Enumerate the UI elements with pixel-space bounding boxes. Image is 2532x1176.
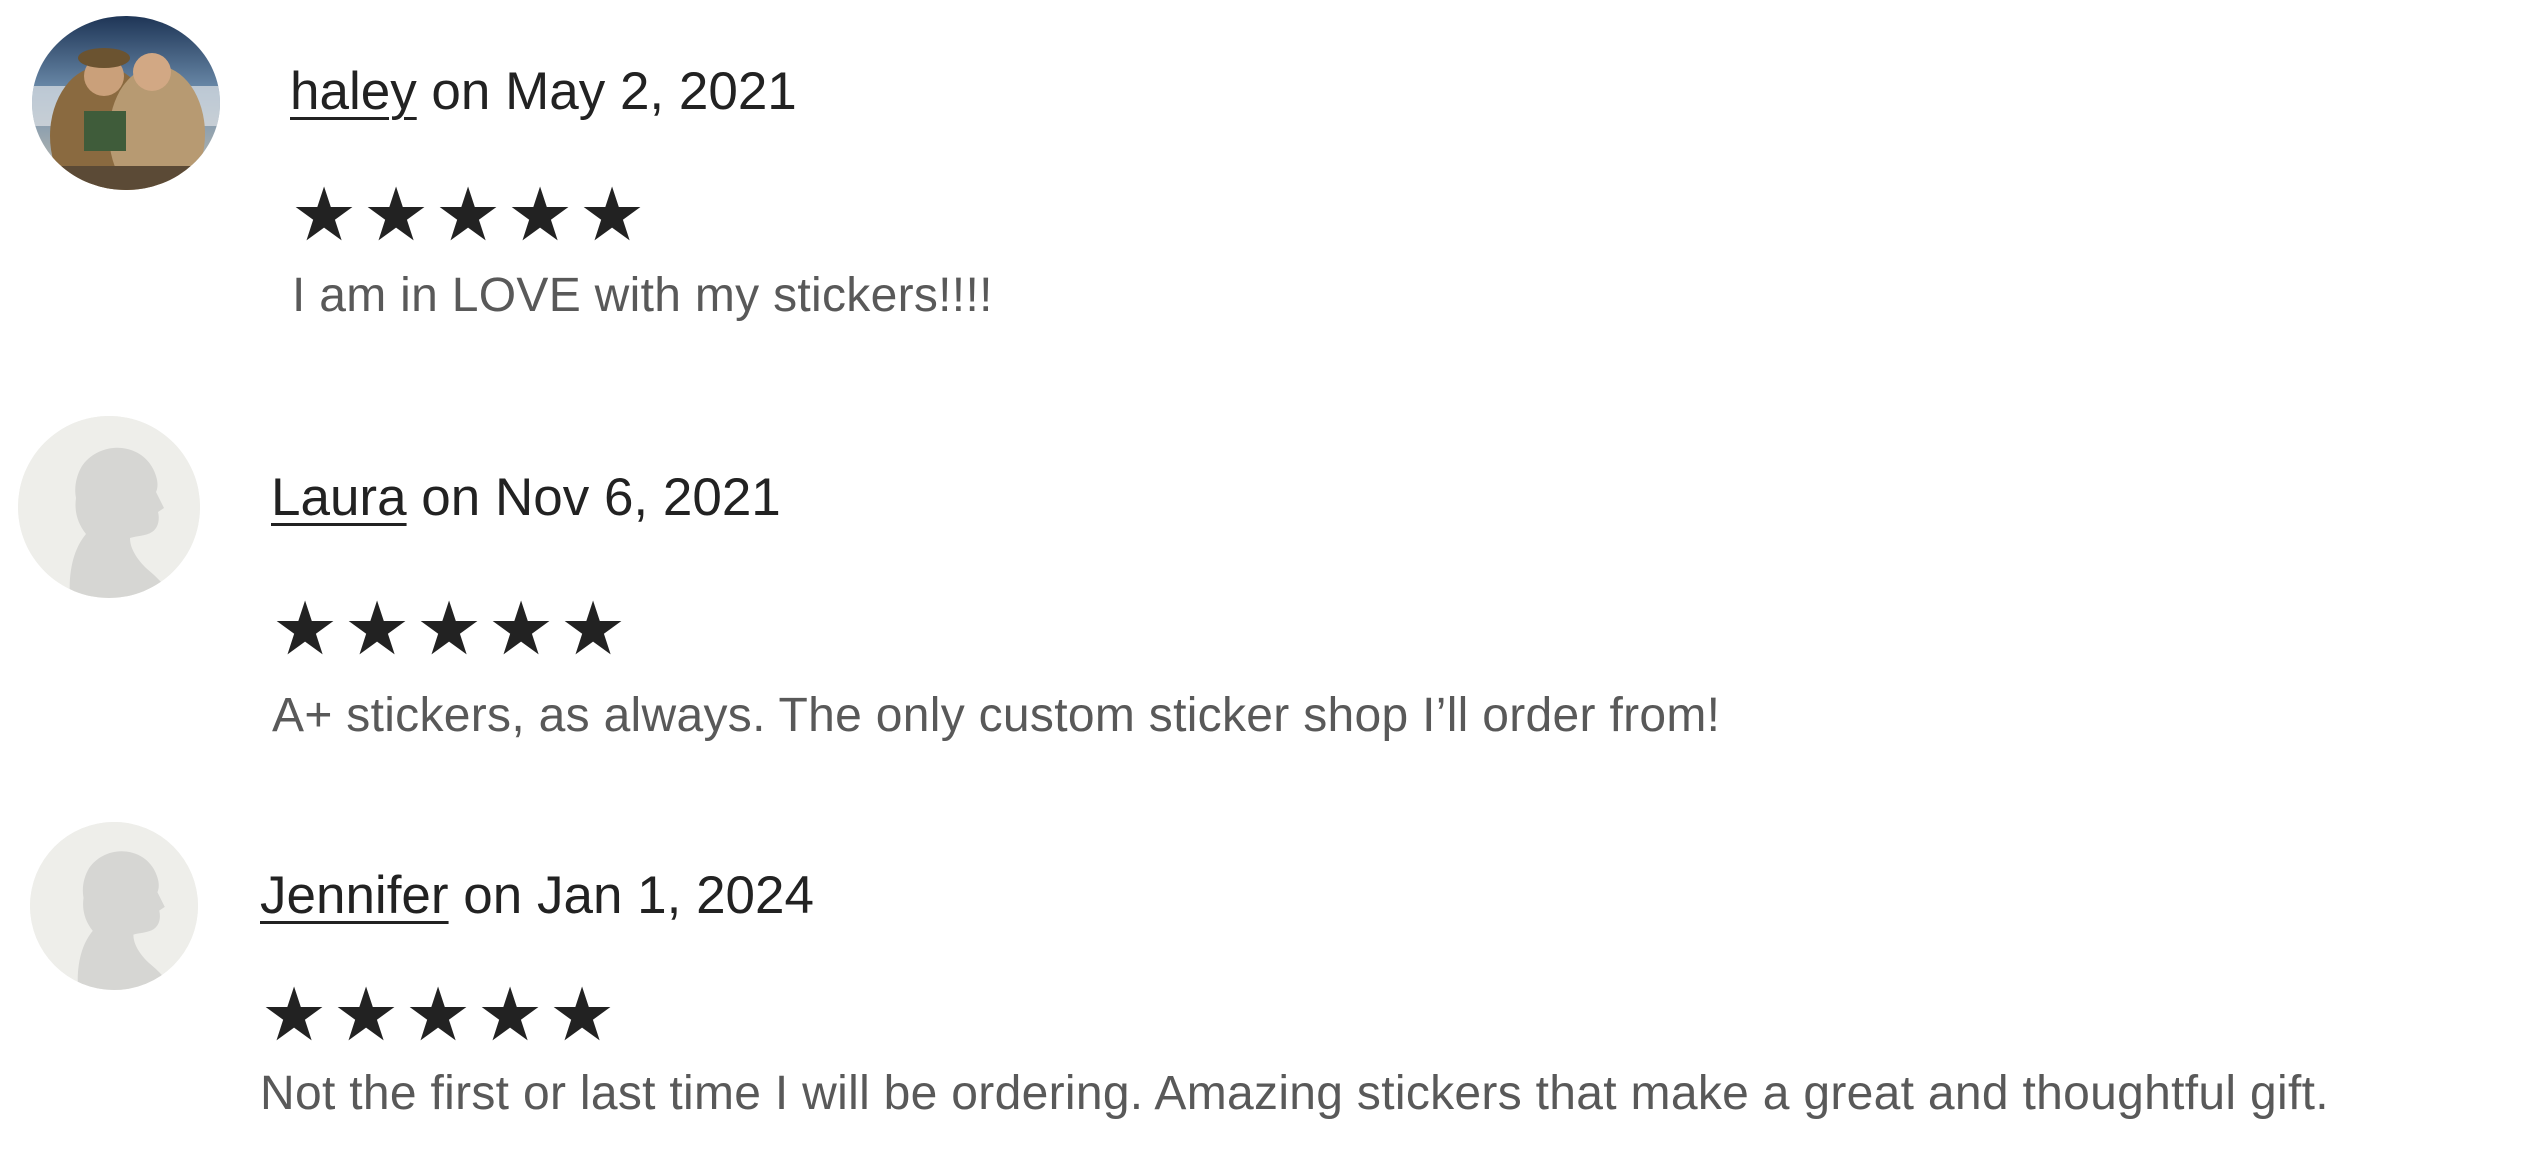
- avatar[interactable]: [30, 822, 198, 990]
- review-meta: haley on May 2, 2021: [290, 60, 797, 124]
- star-icon: ★: [260, 973, 328, 1056]
- star-icon: ★: [343, 587, 411, 670]
- reviewer-name-link[interactable]: Laura: [271, 468, 407, 527]
- default-avatar-icon: [30, 822, 198, 990]
- star-icon: ★: [476, 973, 544, 1056]
- review-date: on Nov 6, 2021: [406, 468, 781, 527]
- star-icon: ★: [404, 973, 472, 1056]
- star-rating: ★ ★ ★ ★ ★: [290, 178, 646, 252]
- star-icon: ★: [548, 973, 616, 1056]
- reviewer-name-link[interactable]: haley: [290, 62, 417, 121]
- star-icon: ★: [415, 587, 483, 670]
- star-rating: ★ ★ ★ ★ ★: [271, 592, 627, 666]
- reviewer-name-link[interactable]: Jennifer: [260, 866, 449, 925]
- review-text: A+ stickers, as always. The only custom …: [272, 689, 1721, 742]
- star-rating: ★ ★ ★ ★ ★: [260, 978, 616, 1052]
- review-text: Not the first or last time I will be ord…: [260, 1067, 2329, 1120]
- review-meta: Laura on Nov 6, 2021: [271, 466, 781, 530]
- review-date: on May 2, 2021: [416, 62, 797, 121]
- avatar[interactable]: [32, 16, 220, 190]
- star-icon: ★: [271, 587, 339, 670]
- star-icon: ★: [362, 173, 430, 256]
- star-icon: ★: [434, 173, 502, 256]
- avatar[interactable]: [18, 416, 200, 598]
- star-icon: ★: [290, 173, 358, 256]
- review-meta: Jennifer on Jan 1, 2024: [260, 864, 814, 928]
- star-icon: ★: [487, 587, 555, 670]
- user-photo-icon: [32, 16, 220, 190]
- default-avatar-icon: [18, 416, 200, 598]
- star-icon: ★: [332, 973, 400, 1056]
- star-icon: ★: [578, 173, 646, 256]
- star-icon: ★: [559, 587, 627, 670]
- star-icon: ★: [506, 173, 574, 256]
- review-text: I am in LOVE with my stickers!!!!: [292, 269, 993, 322]
- review-date: on Jan 1, 2024: [448, 866, 814, 925]
